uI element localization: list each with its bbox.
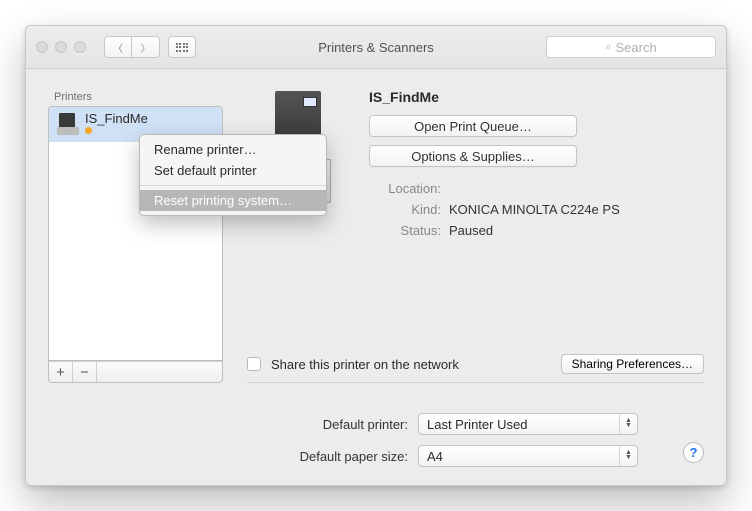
add-remove-bar: + −: [48, 361, 223, 383]
share-printer-label: Share this printer on the network: [271, 357, 459, 372]
add-printer-button[interactable]: +: [49, 362, 73, 382]
share-printer-checkbox[interactable]: [247, 357, 261, 371]
menu-reset-printing-system[interactable]: Reset printing system…: [140, 190, 326, 211]
menu-separator: [140, 185, 326, 186]
status-dot-icon: [85, 127, 92, 134]
kind-label: Kind:: [369, 202, 441, 217]
show-all-button[interactable]: [168, 36, 196, 58]
search-input[interactable]: ⌕ Search: [546, 36, 716, 58]
search-placeholder: Search: [615, 40, 656, 55]
divider: [247, 382, 704, 383]
paper-size-value: A4: [427, 449, 443, 464]
close-icon[interactable]: [36, 41, 48, 53]
traffic-lights: [36, 41, 86, 53]
menu-set-default-printer[interactable]: Set default printer: [140, 160, 326, 181]
printer-context-menu: Rename printer… Set default printer Rese…: [139, 134, 327, 216]
preferences-window: 〈 〉 Printers & Scanners ⌕ Search Printer…: [25, 25, 727, 486]
location-label: Location:: [369, 181, 441, 196]
sharing-preferences-button[interactable]: Sharing Preferences…: [561, 354, 704, 374]
printer-name: IS_FindMe: [369, 89, 704, 105]
status-label: Status:: [369, 223, 441, 238]
help-button[interactable]: ?: [683, 442, 704, 463]
options-supplies-button[interactable]: Options & Supplies…: [369, 145, 577, 167]
search-icon: ⌕: [605, 41, 611, 54]
default-printer-label: Default printer:: [48, 417, 408, 432]
back-button[interactable]: 〈: [104, 36, 132, 58]
content-area: Printers IS_FindMe + −: [26, 69, 726, 485]
printer-icon: [57, 113, 79, 137]
default-printer-popup[interactable]: Last Printer Used ▲▼: [418, 413, 638, 435]
nav-buttons: 〈 〉: [104, 36, 160, 58]
forward-button[interactable]: 〉: [132, 36, 160, 58]
chevron-up-down-icon: ▲▼: [619, 446, 637, 466]
kind-value: KONICA MINOLTA C224e PS: [449, 202, 620, 217]
status-value: Paused: [449, 223, 493, 238]
minimize-icon[interactable]: [55, 41, 67, 53]
chevron-up-down-icon: ▲▼: [619, 414, 637, 434]
sidebar-header: Printers: [48, 89, 223, 106]
open-print-queue-button[interactable]: Open Print Queue…: [369, 115, 577, 137]
titlebar: 〈 〉 Printers & Scanners ⌕ Search: [26, 26, 726, 69]
zoom-icon[interactable]: [74, 41, 86, 53]
grid-icon: [176, 43, 189, 52]
paper-size-label: Default paper size:: [48, 449, 408, 464]
menu-rename-printer[interactable]: Rename printer…: [140, 139, 326, 160]
paper-size-popup[interactable]: A4 ▲▼: [418, 445, 638, 467]
printer-item-name: IS_FindMe: [85, 112, 148, 126]
remove-printer-button[interactable]: −: [73, 362, 97, 382]
default-printer-value: Last Printer Used: [427, 417, 527, 432]
defaults-section: Default printer: Last Printer Used ▲▼ De…: [48, 413, 704, 467]
